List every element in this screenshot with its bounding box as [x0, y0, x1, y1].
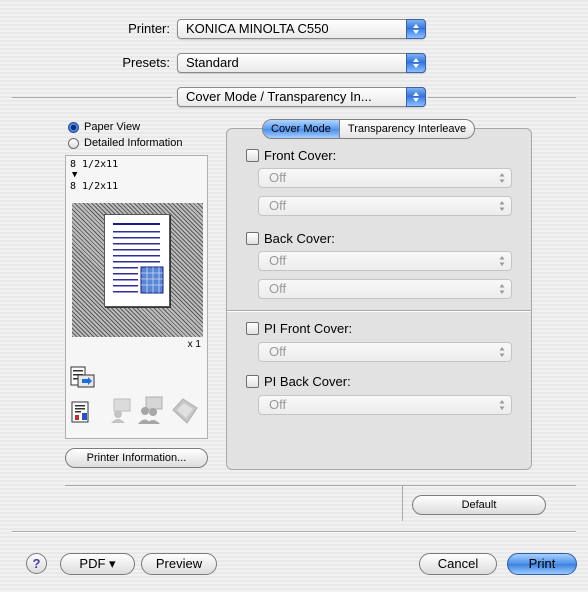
panel-selector-value: Cover Mode / Transparency In...: [186, 89, 372, 104]
popup-arrows-icon: [406, 87, 426, 107]
printer-value: KONICA MINOLTA C550: [186, 21, 329, 36]
checkbox-icon: [246, 149, 259, 162]
printer-popup[interactable]: KONICA MINOLTA C550: [177, 19, 426, 39]
pi-back-cover-value: Off: [269, 397, 287, 412]
front-cover-label: Front Cover:: [264, 148, 337, 163]
paper-arrow: ▼: [72, 170, 78, 180]
back-cover-paper-type-select[interactable]: Off: [258, 251, 512, 271]
pi-back-cover-select[interactable]: Off: [258, 395, 512, 415]
tab-cover-mode[interactable]: Cover Mode: [263, 120, 339, 138]
presets-value: Standard: [186, 55, 239, 70]
pi-front-cover-select[interactable]: Off: [258, 342, 512, 362]
panel-selector-popup[interactable]: Cover Mode / Transparency In...: [177, 87, 426, 107]
panel-separator-right: [428, 97, 576, 98]
printer-label: Printer:: [128, 21, 170, 36]
pdf-menu-button[interactable]: PDF ▾: [60, 553, 135, 575]
paper-out-size: 8 1/2x11: [70, 181, 119, 192]
radio-selected-icon: [68, 121, 79, 133]
stepper-arrows-icon: [499, 171, 505, 189]
stepper-arrows-icon: [499, 398, 505, 416]
printer-output-icon: [70, 366, 96, 393]
popup-arrows-icon: [406, 19, 426, 39]
default-divider-vertical: [402, 486, 403, 521]
presets-popup[interactable]: Standard: [177, 53, 426, 73]
paper-view-label: Paper View: [84, 121, 141, 133]
pi-back-cover-checkbox[interactable]: PI Back Cover:: [246, 374, 351, 389]
front-cover-paper-tray-select[interactable]: Off: [258, 196, 512, 216]
back-cover-checkbox[interactable]: Back Cover:: [246, 231, 335, 246]
help-button[interactable]: ?: [26, 553, 47, 574]
back-cover-paper-type-value: Off: [269, 253, 287, 268]
print-button[interactable]: Print: [507, 553, 577, 575]
front-cover-paper-type-select[interactable]: Off: [258, 168, 512, 188]
pi-back-cover-label: PI Back Cover:: [264, 374, 351, 389]
tab-transparency-interleave[interactable]: Transparency Interleave: [340, 120, 474, 138]
stepper-arrows-icon: [499, 199, 505, 217]
default-separator: [65, 485, 576, 486]
stepper-arrows-icon: [499, 345, 505, 363]
stepper-arrows-icon: [499, 254, 505, 272]
detailed-info-label: Detailed Information: [84, 137, 183, 149]
popup-arrows-icon: [406, 53, 426, 73]
cancel-button[interactable]: Cancel: [419, 553, 497, 575]
panel-separator-left: [12, 97, 172, 98]
default-button[interactable]: Default: [412, 495, 546, 515]
preview-button[interactable]: Preview: [141, 553, 217, 575]
stepper-arrows-icon: [499, 282, 505, 300]
finishing-icon: [169, 396, 199, 429]
page-thumbnail: [104, 214, 170, 307]
pi-front-cover-value: Off: [269, 344, 287, 359]
front-cover-paper-type-value: Off: [269, 170, 287, 185]
back-cover-paper-tray-value: Off: [269, 281, 287, 296]
paper-view-radio[interactable]: Paper View: [68, 121, 140, 133]
radio-unselected-icon: [68, 137, 79, 149]
copies-count: x 1: [187, 339, 201, 350]
front-cover-paper-tray-value: Off: [269, 198, 287, 213]
preview-panel: 8 1/2x11 ▼ 8 1/2x11 x 1: [65, 155, 208, 439]
front-cover-checkbox[interactable]: Front Cover:: [246, 148, 336, 163]
presets-label: Presets:: [122, 55, 170, 70]
pi-front-cover-checkbox[interactable]: PI Front Cover:: [246, 321, 352, 336]
checkbox-icon: [246, 322, 259, 335]
tab-bar: Cover Mode Transparency Interleave: [262, 119, 476, 139]
account-track-icon: [136, 396, 164, 427]
user-auth-icon: [108, 397, 134, 426]
checkbox-icon: [246, 232, 259, 245]
detailed-info-radio[interactable]: Detailed Information: [68, 137, 182, 149]
back-cover-paper-tray-select[interactable]: Off: [258, 279, 512, 299]
checkbox-icon: [246, 375, 259, 388]
pi-front-cover-label: PI Front Cover:: [264, 321, 353, 336]
paper-in-size: 8 1/2x11: [70, 159, 119, 170]
back-cover-label: Back Cover:: [264, 231, 335, 246]
printer-information-button[interactable]: Printer Information...: [65, 448, 208, 468]
page-preview-area: [72, 203, 203, 337]
document-icon: [70, 401, 92, 426]
